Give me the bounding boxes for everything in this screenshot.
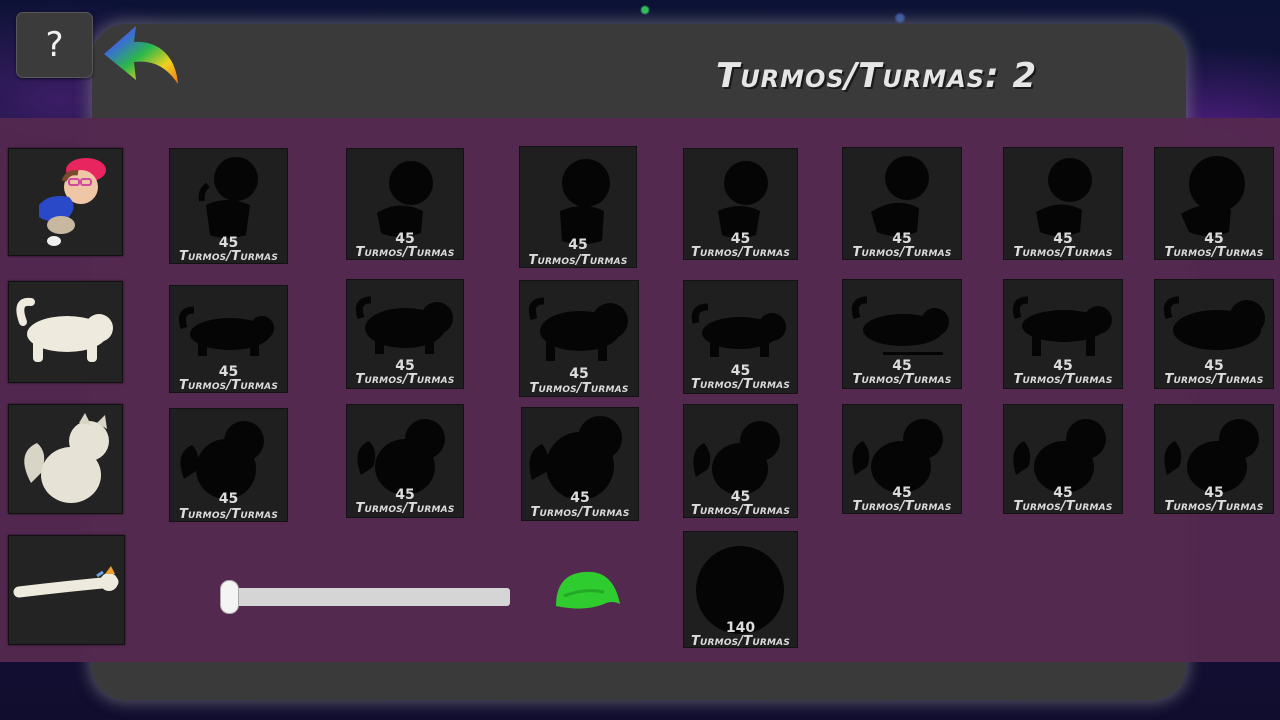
skin-tile-locked[interactable]: 45 Turmos/Turmas — [1003, 279, 1123, 389]
skin-tile-locked[interactable]: 45 Turmos/Turmas — [1154, 404, 1274, 514]
skin-tile-locked[interactable]: 45 Turmos/Turmas — [842, 147, 962, 260]
skin-currency: Turmos/Turmas — [1013, 245, 1113, 260]
skin-currency: Turmos/Turmas — [355, 245, 455, 260]
skin-tile-locked[interactable]: 45 Turmos/Turmas — [1154, 279, 1274, 389]
skin-price: 140 — [725, 620, 756, 636]
size-slider[interactable] — [220, 580, 510, 614]
skin-tile-locked[interactable]: 45 Turmos/Turmas — [169, 148, 288, 264]
skin-tile-locked[interactable]: 45 Turmos/Turmas — [346, 279, 464, 389]
skin-currency: Turmos/Turmas — [529, 381, 629, 396]
rainbow-back-arrow-icon — [104, 26, 178, 84]
skin-tile-locked[interactable]: 45 Turmos/Turmas — [519, 280, 639, 397]
skin-tile-locked[interactable]: 45 Turmos/Turmas — [169, 408, 288, 522]
skin-price: 45 — [218, 364, 239, 380]
skin-tile-locked[interactable]: 45 Turmos/Turmas — [842, 279, 962, 389]
skin-price: 45 — [730, 363, 751, 379]
skin-price: 45 — [395, 487, 415, 503]
skin-currency: Turmos/Turmas — [690, 377, 791, 392]
skin-price: 45 — [1204, 231, 1224, 247]
skin-tile-locked[interactable]: 45 Turmos/Turmas — [1003, 147, 1123, 260]
skin-tile-locked[interactable]: 45 Turmos/Turmas — [519, 146, 637, 268]
skin-tile-locked[interactable]: 45 Turmos/Turmas — [521, 407, 639, 521]
hat-button[interactable] — [552, 568, 624, 616]
skin-price: 45 — [570, 490, 590, 506]
skin-tile-locked[interactable]: 45 Turmos/Turmas — [346, 148, 464, 260]
skin-tile-locked[interactable]: 45 Turmos/Turmas — [346, 404, 464, 518]
skin-price: 45 — [395, 231, 415, 247]
skin-price: 45 — [892, 231, 912, 247]
skin-tile-locked[interactable]: 140 Turmos/Turmas — [683, 531, 798, 648]
boy-character-icon — [39, 158, 106, 246]
skin-currency: Turmos/Turmas — [690, 245, 791, 260]
skin-tile-locked[interactable]: 45 Turmos/Turmas — [683, 280, 798, 394]
skin-price: 45 — [395, 358, 415, 374]
skin-price: 45 — [1204, 485, 1224, 501]
skin-currency: Turmos/Turmas — [355, 372, 455, 387]
skin-price: 45 — [892, 485, 912, 501]
character-fluffy-cat[interactable] — [8, 404, 123, 514]
skin-currency: Turmos/Turmas — [852, 499, 952, 514]
skin-price: 45 — [730, 231, 751, 247]
score-counter: Turmos/Turmas: 2 — [716, 56, 1038, 96]
skin-price: 45 — [1204, 358, 1224, 374]
skin-price: 45 — [892, 358, 912, 374]
skin-tile-locked[interactable]: 45 Turmos/Turmas — [683, 148, 798, 260]
skin-currency: Turmos/Turmas — [852, 245, 952, 260]
skin-price: 45 — [218, 235, 239, 251]
skin-currency: Turmos/Turmas — [1164, 372, 1264, 387]
skin-currency: Turmos/Turmas — [690, 503, 791, 518]
character-boy[interactable] — [8, 148, 123, 256]
skin-currency: Turmos/Turmas — [1164, 499, 1264, 514]
skin-price: 45 — [218, 491, 239, 507]
skin-tile-locked[interactable]: 45 Turmos/Turmas — [1154, 147, 1274, 260]
skin-currency: Turmos/Turmas — [1013, 499, 1113, 514]
skin-currency: Turmos/Turmas — [690, 634, 791, 648]
skin-currency: Turmos/Turmas — [852, 372, 952, 387]
skin-currency: Turmos/Turmas — [530, 505, 630, 520]
skin-price: 45 — [730, 489, 751, 505]
skin-currency: Turmos/Turmas — [1164, 245, 1264, 260]
fluffy-cat-icon — [24, 413, 109, 503]
skin-price: 45 — [1053, 485, 1073, 501]
skin-tile-locked[interactable]: 45 Turmos/Turmas — [169, 285, 288, 393]
back-button[interactable] — [100, 20, 184, 92]
character-white-cat[interactable] — [8, 281, 123, 383]
skin-tile-locked[interactable]: 45 Turmos/Turmas — [842, 404, 962, 514]
skin-currency: Turmos/Turmas — [1013, 372, 1113, 387]
skin-currency: Turmos/Turmas — [528, 253, 628, 268]
green-cap-icon — [556, 571, 620, 609]
skin-currency: Turmos/Turmas — [178, 507, 279, 522]
skin-tile-locked[interactable]: 45 Turmos/Turmas — [683, 404, 798, 518]
help-button[interactable]: ? — [16, 12, 93, 78]
white-cat-icon — [16, 297, 113, 362]
long-cat-icon — [13, 566, 119, 598]
skin-currency: Turmos/Turmas — [355, 501, 455, 516]
skin-price: 45 — [568, 237, 588, 253]
skin-currency: Turmos/Turmas — [178, 378, 279, 393]
slider-handle[interactable] — [220, 580, 239, 614]
skin-tile-locked[interactable]: 45 Turmos/Turmas — [1003, 404, 1123, 514]
skin-price: 45 — [1053, 231, 1073, 247]
character-long-cat[interactable] — [8, 535, 125, 645]
skin-price: 45 — [1053, 358, 1073, 374]
skin-price: 45 — [569, 366, 589, 382]
skin-currency: Turmos/Turmas — [178, 249, 279, 264]
